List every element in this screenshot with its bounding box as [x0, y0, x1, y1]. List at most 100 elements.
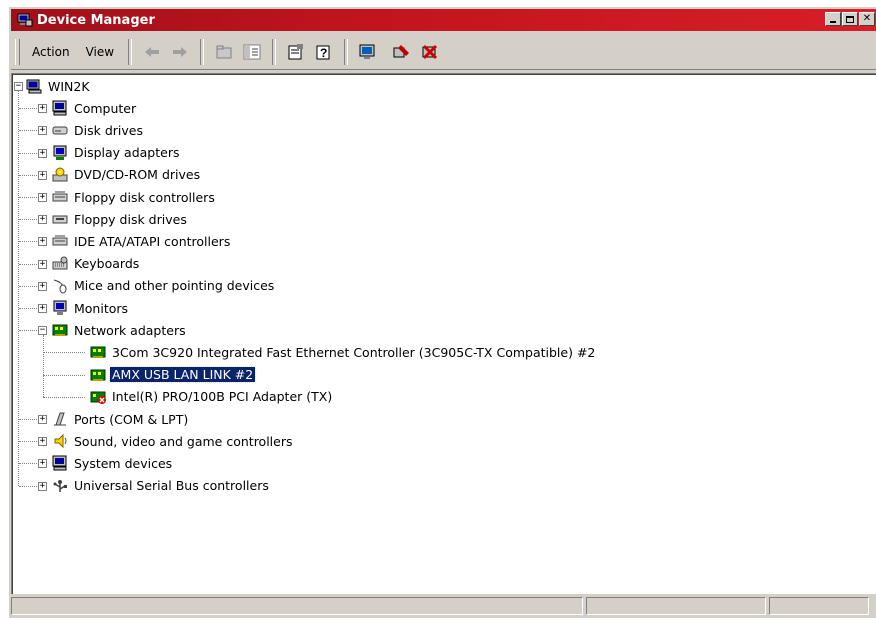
back-arrow-icon: [145, 47, 160, 57]
tree-category[interactable]: IDE ATA/ATAPI controllers: [52, 232, 232, 250]
tree-device-label: Intel(R) PRO/100B PCI Adapter (TX): [112, 389, 333, 405]
tree-node-label: Universal Serial Bus controllers: [74, 478, 269, 494]
toolbar-separator: [128, 39, 133, 65]
forward-button[interactable]: [169, 41, 191, 63]
up-level-button[interactable]: [213, 41, 235, 63]
tree-category[interactable]: Mice and other pointing devices: [52, 277, 276, 295]
window-title: Device Manager: [37, 12, 155, 28]
tree-node-label: Monitors: [74, 300, 129, 316]
toolbar-separator: [272, 39, 277, 65]
computer-icon: [52, 100, 68, 116]
tree-category[interactable]: Sound, video and game controllers: [52, 432, 295, 450]
tree-category[interactable]: Display adapters: [52, 144, 181, 162]
category-expander[interactable]: +: [38, 193, 47, 202]
toolbar-separator: [200, 39, 205, 65]
keyboard-icon: [52, 256, 68, 272]
scan-hardware-icon: [359, 44, 375, 59]
display-adapter-icon: [52, 145, 68, 161]
title-bar[interactable]: Device Manager ✕: [11, 9, 876, 31]
tree-category[interactable]: Ports (COM & LPT): [52, 410, 190, 428]
category-expander[interactable]: +: [38, 215, 47, 225]
port-icon: [52, 411, 68, 427]
tree-node-label: Mice and other pointing devices: [74, 278, 275, 294]
scan-hardware-button[interactable]: [357, 41, 379, 63]
tree-category[interactable]: Monitors: [52, 299, 130, 317]
floppy-drive-icon: [52, 211, 68, 227]
category-expander[interactable]: +: [38, 148, 47, 158]
tree-category[interactable]: System devices: [52, 454, 174, 472]
category-expander[interactable]: −: [38, 326, 47, 336]
svg-text:?: ?: [320, 46, 327, 60]
menu-action[interactable]: Action: [24, 43, 78, 61]
menu-action-label: Action: [32, 45, 70, 59]
device-manager-icon: [17, 12, 33, 28]
minimize-button[interactable]: [825, 12, 841, 26]
tree-category[interactable]: Disk drives: [52, 121, 145, 139]
system-icon: [52, 455, 68, 471]
network-card-icon: [90, 344, 106, 360]
tree-category[interactable]: Network adapters: [52, 321, 188, 339]
properties-button[interactable]: [285, 41, 307, 63]
show-hide-tree-button[interactable]: [241, 41, 263, 63]
tree-category[interactable]: Keyboards: [52, 255, 141, 273]
category-expander[interactable]: +: [38, 459, 47, 469]
category-expander[interactable]: +: [38, 237, 47, 247]
usb-icon: [52, 478, 68, 494]
tree-category[interactable]: Computer: [52, 99, 138, 117]
help-icon: ?: [316, 45, 330, 60]
category-expander[interactable]: +: [38, 104, 47, 114]
tree-node-label: Display adapters: [74, 145, 180, 161]
disk-drive-icon: [52, 122, 68, 138]
category-expander[interactable]: +: [38, 259, 47, 269]
tree-category[interactable]: Universal Serial Bus controllers: [52, 477, 271, 495]
tree-device-label: 3Com 3C920 Integrated Fast Ethernet Cont…: [112, 344, 596, 360]
tree-node-label: System devices: [74, 455, 173, 471]
tree-node-label: Sound, video and game controllers: [74, 433, 293, 449]
tree-node-label: Keyboards: [74, 256, 140, 272]
close-button[interactable]: ✕: [859, 12, 875, 26]
category-expander[interactable]: +: [38, 415, 47, 424]
uninstall-button[interactable]: [391, 41, 413, 63]
monitor-icon: [52, 300, 68, 316]
tree-root-win2k[interactable]: WIN2K: [26, 77, 92, 95]
tree-node-label: Computer: [74, 100, 137, 116]
tree-device[interactable]: 3Com 3C920 Integrated Fast Ethernet Cont…: [90, 343, 597, 361]
tree-branch-line: [43, 374, 85, 376]
category-expander[interactable]: +: [38, 126, 47, 136]
category-expander[interactable]: +: [38, 281, 47, 291]
properties-icon: [288, 44, 304, 60]
tree-category[interactable]: Floppy disk drives: [52, 210, 189, 228]
tree-branch-line: [43, 396, 85, 398]
tree-device[interactable]: AMX USB LAN LINK #2: [90, 366, 257, 384]
tree-node-label: Floppy disk drives: [74, 211, 187, 227]
uninstall-device-icon: [393, 45, 410, 58]
sound-icon: [52, 433, 68, 449]
tree-branch-line: [43, 352, 85, 354]
device-tree[interactable]: − WIN2K + Computer + Disk drives + Display adap…: [11, 73, 876, 594]
mouse-icon: [52, 278, 68, 294]
dvd-drive-icon: [52, 167, 68, 183]
status-panel-main: [11, 597, 583, 615]
disable-device-icon: [422, 44, 438, 60]
toolbar-grip[interactable]: [15, 39, 20, 65]
disable-button[interactable]: [419, 41, 441, 63]
menu-view[interactable]: View: [78, 43, 122, 61]
tree-node-label: IDE ATA/ATAPI controllers: [74, 233, 231, 249]
category-expander[interactable]: +: [38, 437, 47, 447]
root-expander[interactable]: −: [14, 82, 23, 91]
status-panel-3: [769, 597, 869, 615]
tree-node-label: Ports (COM & LPT): [74, 411, 189, 427]
category-expander[interactable]: +: [38, 170, 47, 180]
back-button[interactable]: [141, 41, 163, 63]
folder-up-icon: [216, 45, 232, 59]
category-expander[interactable]: +: [38, 481, 47, 491]
device-manager-window: Device Manager ✕ Action View ? − WIN2K +…: [8, 6, 876, 618]
category-expander[interactable]: +: [38, 304, 47, 313]
help-button[interactable]: ?: [313, 41, 335, 63]
tree-category[interactable]: DVD/CD-ROM drives: [52, 166, 202, 184]
status-panel-2: [586, 597, 766, 615]
tree-node-label: Disk drives: [74, 122, 143, 138]
tree-device[interactable]: Intel(R) PRO/100B PCI Adapter (TX): [90, 388, 334, 406]
maximize-button[interactable]: [842, 12, 858, 26]
tree-category[interactable]: Floppy disk controllers: [52, 188, 217, 206]
